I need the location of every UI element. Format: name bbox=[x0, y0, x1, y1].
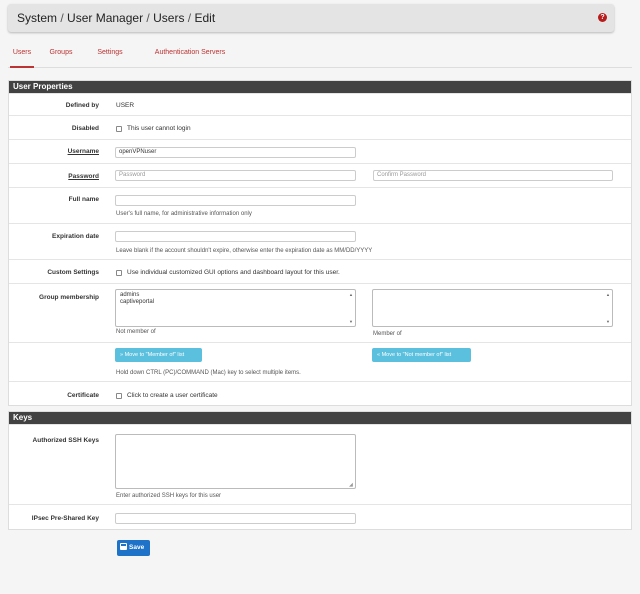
member-of-caption: Member of bbox=[373, 331, 402, 337]
group-option-captiveportal[interactable]: captiveportal bbox=[116, 299, 355, 306]
row-certificate: Certificate Click to create a user certi… bbox=[9, 381, 631, 406]
scroll-up-icon[interactable]: ▲ bbox=[349, 292, 353, 297]
row-disabled: Disabled This user cannot login bbox=[9, 115, 631, 139]
row-defined-by: Defined by USER bbox=[9, 93, 631, 115]
ssh-keys-help: Enter authorized SSH keys for this user bbox=[116, 493, 222, 499]
full-name-help: User's full name, for administrative inf… bbox=[116, 211, 252, 217]
group-membership-label: Group membership bbox=[39, 294, 99, 301]
row-custom-settings: Custom Settings Use individual customize… bbox=[9, 259, 631, 283]
move-to-not-member-button[interactable]: « Move to "Not member of" list bbox=[372, 348, 471, 362]
certificate-checkbox[interactable] bbox=[116, 393, 122, 399]
scroll-up-icon[interactable]: ▲ bbox=[606, 292, 610, 297]
move-to-not-member-label: Move to "Not member of" list bbox=[381, 352, 452, 358]
scroll-down-icon[interactable]: ▼ bbox=[606, 319, 610, 324]
ssh-keys-textarea[interactable] bbox=[115, 434, 356, 489]
defined-by-value: USER bbox=[116, 102, 135, 109]
keys-panel: Keys Authorized SSH Keys ◢ Enter authori… bbox=[8, 411, 632, 530]
floppy-disk-icon bbox=[120, 543, 127, 550]
breadcrumb-separator: / bbox=[146, 11, 150, 25]
password-label: Password bbox=[68, 173, 99, 180]
tab-settings[interactable]: Settings bbox=[92, 44, 128, 68]
username-label: Username bbox=[67, 148, 99, 155]
row-password: Password Password Confirm Password bbox=[9, 163, 631, 187]
row-full-name: Full name User's full name, for administ… bbox=[9, 187, 631, 223]
save-button[interactable]: Save bbox=[117, 540, 150, 556]
disabled-checkbox[interactable] bbox=[116, 126, 122, 132]
custom-settings-checkbox-label: Use individual customized GUI options an… bbox=[127, 269, 340, 276]
move-to-member-button[interactable]: » Move to "Member of" list bbox=[115, 348, 202, 362]
resize-handle-icon[interactable]: ◢ bbox=[349, 482, 353, 488]
scroll-down-icon[interactable]: ▼ bbox=[349, 319, 353, 324]
tab-bar: Users Groups Settings Authentication Ser… bbox=[8, 44, 632, 68]
breadcrumb-user-manager[interactable]: User Manager bbox=[67, 11, 143, 25]
certificate-checkbox-label: Click to create a user certificate bbox=[127, 392, 218, 399]
full-name-label: Full name bbox=[68, 196, 99, 203]
ipsec-key-input[interactable] bbox=[115, 513, 356, 524]
tab-authentication-servers[interactable]: Authentication Servers bbox=[148, 44, 232, 68]
panel-title-keys: Keys bbox=[9, 412, 631, 424]
ipsec-key-label: IPsec Pre-Shared Key bbox=[31, 515, 99, 522]
expiration-date-help: Leave blank if the account shouldn't exp… bbox=[116, 248, 373, 254]
defined-by-label: Defined by bbox=[65, 102, 99, 109]
tab-users[interactable]: Users bbox=[10, 44, 34, 68]
row-ipsec-key: IPsec Pre-Shared Key bbox=[9, 504, 631, 530]
group-option-admins[interactable]: admins bbox=[116, 292, 355, 299]
not-member-of-listbox[interactable]: admins captiveportal ▲ ▼ bbox=[115, 289, 356, 327]
breadcrumb-separator: / bbox=[187, 11, 192, 25]
save-label: Save bbox=[129, 544, 145, 551]
breadcrumb-edit: Edit bbox=[194, 11, 216, 25]
expiration-date-label: Expiration date bbox=[52, 233, 99, 240]
tab-groups[interactable]: Groups bbox=[46, 44, 76, 68]
custom-settings-checkbox[interactable] bbox=[116, 270, 122, 276]
user-properties-panel: User Properties Defined by USER Disabled… bbox=[8, 80, 632, 406]
password-input[interactable]: Password bbox=[115, 170, 356, 181]
double-chevron-right-icon: » bbox=[120, 352, 124, 358]
question-help-icon[interactable]: ? bbox=[598, 13, 607, 22]
listbox-scrollbar[interactable]: ▲ ▼ bbox=[605, 290, 612, 326]
breadcrumb-bar: System / User Manager / Users / Edit ? bbox=[8, 4, 614, 32]
row-group-membership: Group membership admins captiveportal ▲ … bbox=[9, 283, 631, 342]
member-of-listbox[interactable]: ▲ ▼ bbox=[372, 289, 613, 327]
certificate-label: Certificate bbox=[67, 392, 99, 399]
listbox-scrollbar[interactable]: ▲ ▼ bbox=[348, 290, 355, 326]
panel-title-user-properties: User Properties bbox=[9, 81, 631, 93]
disabled-label: Disabled bbox=[71, 125, 99, 132]
row-expiration-date: Expiration date Leave blank if the accou… bbox=[9, 223, 631, 259]
breadcrumb-system[interactable]: System bbox=[17, 11, 57, 25]
row-username: Username openVPNuser bbox=[9, 139, 631, 163]
move-to-member-label: Move to "Member of" list bbox=[124, 352, 185, 358]
group-selection-help: Hold down CTRL (PC)/COMMAND (Mac) key to… bbox=[116, 370, 301, 376]
not-member-of-caption: Not member of bbox=[116, 329, 156, 335]
expiration-date-input[interactable] bbox=[115, 231, 356, 242]
ssh-keys-label: Authorized SSH Keys bbox=[32, 437, 99, 444]
breadcrumb-users[interactable]: Users bbox=[153, 11, 184, 25]
disabled-checkbox-label: This user cannot login bbox=[127, 125, 191, 132]
breadcrumb: System / User Manager / Users / Edit bbox=[17, 11, 215, 25]
full-name-input[interactable] bbox=[115, 195, 356, 206]
username-input[interactable]: openVPNuser bbox=[115, 147, 356, 158]
row-ssh-keys: Authorized SSH Keys ◢ Enter authorized S… bbox=[9, 424, 631, 504]
double-chevron-left-icon: « bbox=[377, 352, 381, 358]
confirm-password-input[interactable]: Confirm Password bbox=[373, 170, 613, 181]
custom-settings-label: Custom Settings bbox=[47, 269, 99, 276]
row-move-buttons: » Move to "Member of" list « Move to "No… bbox=[9, 342, 631, 381]
breadcrumb-separator: / bbox=[60, 11, 64, 25]
